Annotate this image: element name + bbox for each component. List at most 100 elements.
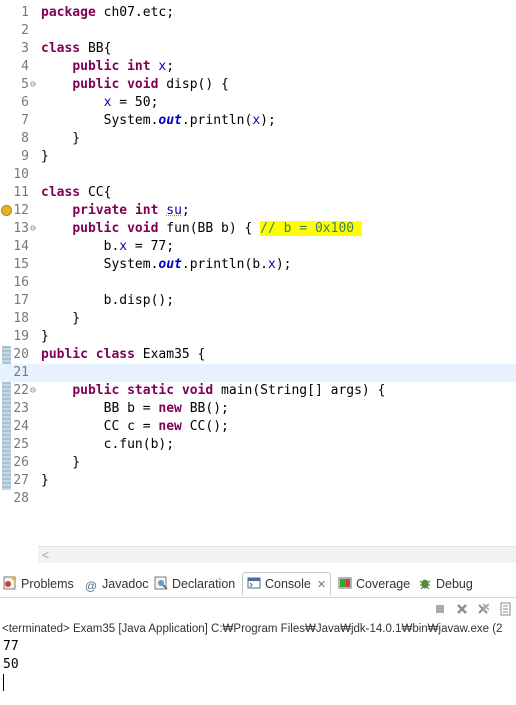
pin-console-icon[interactable] [498, 601, 514, 617]
line-number: 20 [13, 347, 29, 362]
code-line[interactable]: 18 } [0, 310, 516, 328]
line-number: 1 [21, 5, 29, 20]
fold-collapse-icon[interactable]: ⊖ [30, 382, 36, 400]
line-number: 28 [13, 491, 29, 506]
warning-marker-icon[interactable] [1, 205, 12, 216]
code-line[interactable]: 19} [0, 328, 516, 346]
terminate-icon[interactable] [432, 601, 448, 617]
console-output-line: 50 [3, 657, 19, 672]
code-line[interactable]: 15 System.out.println(b.x); [0, 256, 516, 274]
code-token: ; [166, 59, 175, 74]
code-line[interactable]: 27} [0, 472, 516, 490]
line-number: 3 [21, 41, 29, 56]
code-line[interactable]: 8 } [0, 130, 516, 148]
tab-javadoc[interactable]: @ Javadoc [84, 573, 149, 597]
code-text: } [41, 310, 80, 328]
text-caret [3, 674, 4, 691]
code-token: ; [181, 203, 190, 218]
code-editor[interactable]: 1 package ch07.etc; 2 3 class BB{4 public in… [0, 0, 516, 566]
code-line[interactable]: 6 x = 50; [0, 94, 516, 112]
code-line[interactable]: 13 ⊖ public void fun(BB b) { // b = 0x100 [0, 220, 516, 238]
code-token: package [41, 5, 96, 20]
code-line[interactable]: 5 ⊖ public void disp() { [0, 76, 516, 94]
line-number: 7 [21, 113, 29, 128]
code-line[interactable]: 20 public class Exam35 { [0, 346, 516, 364]
code-line[interactable]: 16 [0, 274, 516, 292]
fold-collapse-icon[interactable]: ⊖ [30, 76, 36, 94]
code-token: = 50; [111, 95, 159, 110]
code-token: su [166, 203, 182, 218]
code-token: b. [41, 239, 120, 254]
tab-console[interactable]: Console ✕ [242, 572, 332, 596]
fold-collapse-icon[interactable]: ⊖ [30, 220, 36, 238]
code-text: package ch07.etc; [41, 4, 174, 22]
tab-debug[interactable]: Debug [418, 573, 473, 597]
remove-launch-icon[interactable] [454, 601, 470, 617]
code-line[interactable]: 26 } [0, 454, 516, 472]
code-line[interactable]: 10 [0, 166, 516, 184]
code-token: new [158, 419, 182, 434]
remove-all-terminated-icon[interactable] [476, 601, 492, 617]
code-token: int [127, 59, 151, 74]
code-token: public [72, 77, 120, 92]
code-line[interactable]: 14 b.x = 77; [0, 238, 516, 256]
code-line[interactable]: 22 ⊖ public static void main(String[] arg… [0, 382, 516, 400]
horizontal-scrollbar[interactable]: < [38, 546, 516, 563]
code-line[interactable]: 3 class BB{ [0, 40, 516, 58]
view-tab-bar: Problems @ Javadoc Declaration Console ✕ C… [0, 570, 516, 598]
code-line[interactable]: 24 CC c = new CC(); [0, 418, 516, 436]
code-line[interactable]: 2 [0, 22, 516, 40]
code-token: public [72, 383, 120, 398]
code-token: class [95, 347, 135, 362]
code-token: BB{ [80, 41, 112, 56]
code-token: ); [260, 113, 276, 128]
code-line[interactable]: 17 b.disp(); [0, 292, 516, 310]
code-text: } [41, 148, 49, 166]
line-number: 17 [13, 293, 29, 308]
tab-problems[interactable]: Problems [3, 573, 74, 597]
code-token: void [181, 383, 214, 398]
code-line[interactable]: 25 c.fun(b); [0, 436, 516, 454]
code-token: CC c = [41, 419, 159, 434]
code-text: public void fun(BB b) { // b = 0x100 [41, 220, 362, 238]
code-line[interactable]: 28 [0, 490, 516, 508]
code-line[interactable]: 4 public int x; [0, 58, 516, 76]
code-line[interactable]: 1 package ch07.etc; [0, 4, 516, 22]
tab-declaration[interactable]: Declaration [154, 573, 235, 597]
code-token: new [158, 401, 182, 416]
code-line[interactable]: 9} [0, 148, 516, 166]
declaration-icon [154, 576, 168, 590]
code-token: } [41, 311, 81, 326]
code-token: public [72, 221, 120, 236]
code-line[interactable]: 7 System.out.println(x); [0, 112, 516, 130]
line-number: 13 [13, 221, 29, 236]
code-token: fun(BB b) { [158, 221, 261, 236]
code-line[interactable]: 11 class CC{ [0, 184, 516, 202]
code-token: System. [41, 113, 159, 128]
code-line[interactable]: 12 private int su; [0, 202, 516, 220]
code-token: main(String[] args) { [213, 383, 386, 398]
code-text: x = 50; [41, 94, 159, 112]
scroll-left-arrow-icon[interactable]: < [42, 547, 49, 563]
code-token: ); [275, 257, 292, 272]
code-text: c.fun(b); [41, 436, 174, 454]
code-line[interactable]: 23 BB b = new BB(); [0, 400, 516, 418]
console-output[interactable]: 77 50 [3, 638, 513, 674]
code-token: c.fun(b); [41, 437, 175, 452]
line-number: 5 [21, 77, 29, 92]
code-text: System.out.println(b.x); [41, 256, 292, 274]
close-icon[interactable]: ✕ [317, 574, 326, 596]
code-token: } [41, 329, 49, 344]
code-line[interactable]: 21 [0, 364, 516, 382]
code-text: b.x = 77; [41, 238, 174, 256]
code-token: Exam35 { [134, 347, 206, 362]
tab-coverage[interactable]: Coverage [338, 573, 410, 597]
code-token: .println(b. [181, 257, 268, 272]
javadoc-icon: @ [84, 579, 98, 593]
